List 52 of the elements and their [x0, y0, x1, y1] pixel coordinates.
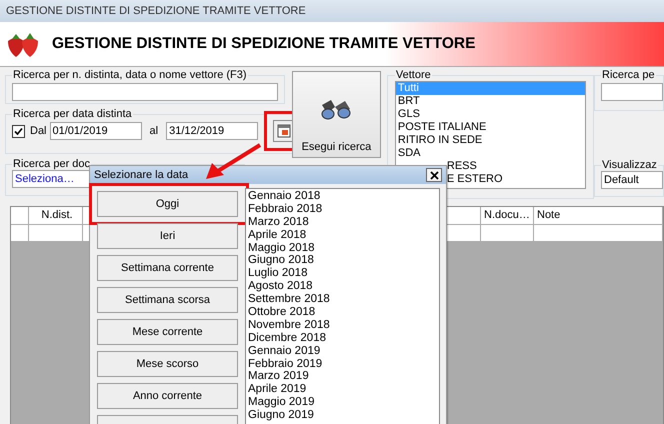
list-item[interactable]: Giugno 2019 — [246, 409, 439, 422]
list-item[interactable]: Febbraio 2018 — [246, 202, 439, 216]
list-item[interactable]: Gennaio 2018 — [246, 190, 439, 203]
list-item[interactable]: GLS — [396, 108, 585, 121]
close-icon — [430, 170, 438, 180]
list-item[interactable]: Novembre 2018 — [246, 318, 439, 332]
group-label: Ricerca per data distinta — [12, 108, 133, 120]
group-label: Ricerca per doc — [12, 158, 92, 170]
list-item[interactable]: POSTE ITALIANE — [396, 121, 585, 134]
list-item[interactable]: Maggio 2019 — [246, 396, 439, 410]
date-field[interactable]: 31/12/2019 — [166, 122, 258, 140]
period-button[interactable]: Ieri — [97, 223, 238, 249]
date-field[interactable]: 01/01/2019 — [50, 122, 142, 140]
text-field[interactable] — [601, 83, 663, 101]
dialog-title: Selezionare la data — [94, 169, 188, 181]
list-item[interactable]: Marzo 2019 — [246, 370, 439, 384]
list-item[interactable]: Agosto 2018 — [246, 280, 439, 294]
binoculars-icon — [319, 97, 354, 121]
group-label: Vettore — [394, 69, 432, 81]
from-label: Dal — [30, 125, 47, 137]
list-item[interactable]: BRT — [396, 95, 585, 108]
search-field[interactable] — [12, 83, 278, 101]
list-item[interactable]: RITIRO IN SEDE — [396, 134, 585, 147]
group-label: Ricerca per n. distinta, data o nome vettore (F3) — [12, 69, 248, 81]
list-item[interactable]: Dicembre 2018 — [246, 332, 439, 345]
list-item[interactable]: Aprile 2019 — [246, 383, 439, 396]
period-button[interactable]: Anno corrente — [97, 383, 238, 409]
to-label: al — [150, 125, 158, 137]
list-item[interactable]: Gennaio 2019 — [246, 344, 439, 358]
list-item[interactable]: Ottobre 2018 — [246, 306, 439, 319]
list-item[interactable]: Marzo 2018 — [246, 216, 439, 229]
list-item[interactable]: Luglio 2018 — [246, 267, 439, 280]
list-item[interactable]: Settembre 2018 — [246, 293, 439, 306]
search-button[interactable]: Esegui ricerca — [292, 71, 381, 158]
page-title: GESTIONE DISTINTE DI SPEDIZIONE TRAMITE VETTORE — [52, 35, 476, 53]
list-item[interactable]: Febbraio 2019 — [246, 358, 439, 370]
period-button[interactable]: Settimana corrente — [97, 255, 238, 281]
checkbox[interactable] — [12, 124, 25, 138]
list-item[interactable]: Maggio 2018 — [246, 242, 439, 254]
list-item[interactable]: SDA — [396, 147, 585, 160]
view-dropdown[interactable]: Default — [601, 171, 663, 189]
period-button[interactable]: Oggi — [97, 191, 238, 217]
window-title: GESTIONE DISTINTE DI SPEDIZIONE TRAMITE VETTORE — [6, 5, 306, 17]
group-label: Visualizzaz — [601, 159, 658, 171]
list-item[interactable]: Aprile 2018 — [246, 228, 439, 242]
period-button[interactable]: Mese scorso — [97, 351, 238, 377]
period-button[interactable]: Mese corrente — [97, 319, 238, 345]
list-item[interactable]: Giugno 2018 — [246, 254, 439, 268]
period-button[interactable]: Settimana scorsa — [97, 287, 238, 313]
close-button[interactable] — [426, 168, 442, 182]
calendar-icon — [277, 124, 292, 138]
group-label: Ricerca pe — [601, 69, 656, 81]
